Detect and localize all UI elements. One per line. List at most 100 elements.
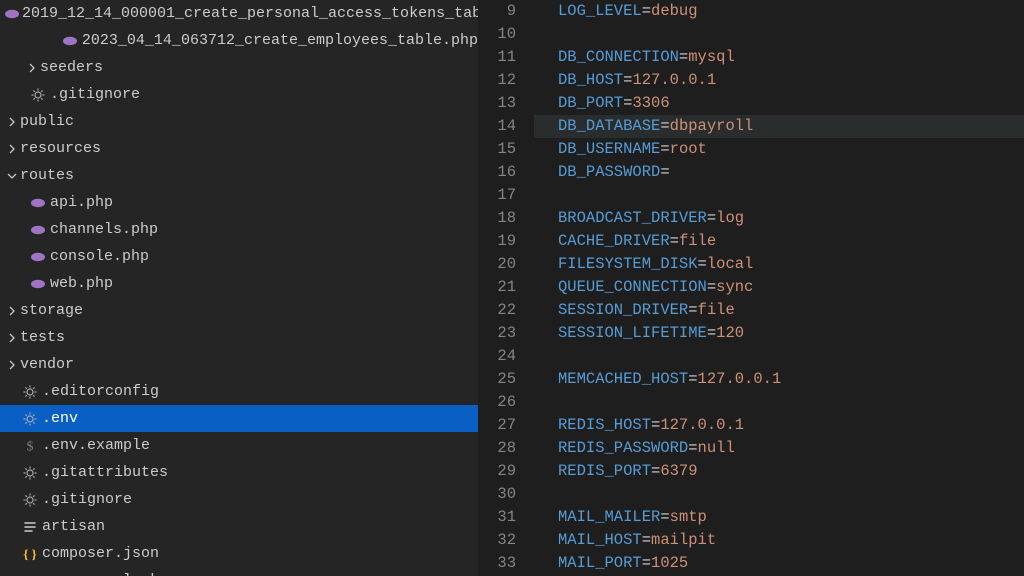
- code-line[interactable]: MEMCACHED_HOST=127.0.0.1: [534, 368, 1024, 391]
- env-key: MEMCACHED_HOST: [558, 370, 688, 388]
- code-line[interactable]: [534, 345, 1024, 368]
- line-number: 20: [478, 253, 534, 276]
- file-explorer[interactable]: 2019_12_14_000001_create_personal_access…: [0, 0, 478, 576]
- env-value: mysql: [688, 48, 735, 66]
- code-line[interactable]: [534, 483, 1024, 506]
- code-line[interactable]: REDIS_HOST=127.0.0.1: [534, 414, 1024, 437]
- file-label: routes: [20, 167, 74, 184]
- env-key: DB_CONNECTION: [558, 48, 679, 66]
- file-row[interactable]: console.php: [0, 243, 478, 270]
- env-key: REDIS_PORT: [558, 462, 651, 480]
- code-line[interactable]: DB_HOST=127.0.0.1: [534, 69, 1024, 92]
- dollar-icon: $: [20, 438, 40, 454]
- code-line[interactable]: [534, 23, 1024, 46]
- folder-row[interactable]: seeders: [0, 54, 478, 81]
- equals-sign: =: [688, 301, 697, 319]
- env-key: DB_DATABASE: [558, 117, 660, 135]
- code-line[interactable]: REDIS_PASSWORD=null: [534, 437, 1024, 460]
- equals-sign: =: [642, 2, 651, 20]
- file-label: seeders: [40, 59, 103, 76]
- equals-sign: =: [660, 163, 669, 181]
- env-key: DB_PORT: [558, 94, 623, 112]
- code-line[interactable]: DB_DATABASE=dbpayroll: [534, 115, 1024, 138]
- code-area[interactable]: LOG_LEVEL=debugDB_CONNECTION=mysqlDB_HOS…: [534, 0, 1024, 576]
- code-line[interactable]: SESSION_LIFETIME=120: [534, 322, 1024, 345]
- file-row[interactable]: { }composer.lock: [0, 567, 478, 576]
- code-line[interactable]: DB_PASSWORD=: [534, 161, 1024, 184]
- folder-row[interactable]: routes: [0, 162, 478, 189]
- file-label: 2023_04_14_063712_create_employees_table…: [82, 32, 478, 49]
- code-line[interactable]: SESSION_DRIVER=file: [534, 299, 1024, 322]
- file-label: .editorconfig: [42, 383, 159, 400]
- line-number: 16: [478, 161, 534, 184]
- gear-icon: [20, 492, 40, 508]
- env-key: DB_PASSWORD: [558, 163, 660, 181]
- code-line[interactable]: MAIL_HOST=mailpit: [534, 529, 1024, 552]
- code-line[interactable]: BROADCAST_DRIVER=log: [534, 207, 1024, 230]
- file-row[interactable]: artisan: [0, 513, 478, 540]
- env-value: root: [670, 140, 707, 158]
- php-icon: [28, 249, 48, 265]
- chevron-right-icon[interactable]: [24, 62, 40, 74]
- file-row[interactable]: .gitignore: [0, 486, 478, 513]
- file-row[interactable]: web.php: [0, 270, 478, 297]
- folder-row[interactable]: vendor: [0, 351, 478, 378]
- line-number: 11: [478, 46, 534, 69]
- code-editor[interactable]: 9101112131415161718192021222324252627282…: [478, 0, 1024, 576]
- file-row[interactable]: $.env.example: [0, 432, 478, 459]
- code-line[interactable]: LOG_LEVEL=debug: [534, 0, 1024, 23]
- code-line[interactable]: FILESYSTEM_DISK=local: [534, 253, 1024, 276]
- gear-icon: [28, 87, 48, 103]
- chevron-right-icon[interactable]: [4, 116, 20, 128]
- file-label: tests: [20, 329, 65, 346]
- line-number: 21: [478, 276, 534, 299]
- equals-sign: =: [660, 508, 669, 526]
- file-row[interactable]: 2023_04_14_063712_create_employees_table…: [0, 27, 478, 54]
- code-line[interactable]: MAIL_MAILER=smtp: [534, 506, 1024, 529]
- line-number: 24: [478, 345, 534, 368]
- env-key: DB_USERNAME: [558, 140, 660, 158]
- file-label: composer.lock: [42, 572, 159, 576]
- chevron-down-icon[interactable]: [4, 170, 20, 182]
- file-row[interactable]: .env: [0, 405, 478, 432]
- env-key: FILESYSTEM_DISK: [558, 255, 698, 273]
- code-line[interactable]: REDIS_PORT=6379: [534, 460, 1024, 483]
- code-line[interactable]: QUEUE_CONNECTION=sync: [534, 276, 1024, 299]
- code-line[interactable]: MAIL_PORT=1025: [534, 552, 1024, 575]
- chevron-right-icon[interactable]: [4, 143, 20, 155]
- file-row[interactable]: .gitignore: [0, 81, 478, 108]
- file-label: web.php: [50, 275, 113, 292]
- code-line[interactable]: DB_PORT=3306: [534, 92, 1024, 115]
- env-key: MAIL_HOST: [558, 531, 642, 549]
- code-line[interactable]: [534, 184, 1024, 207]
- chevron-right-icon[interactable]: [4, 305, 20, 317]
- folder-row[interactable]: storage: [0, 297, 478, 324]
- chevron-right-icon[interactable]: [4, 359, 20, 371]
- file-row[interactable]: { }composer.json: [0, 540, 478, 567]
- code-line[interactable]: [534, 391, 1024, 414]
- file-label: storage: [20, 302, 83, 319]
- lines-icon: [20, 519, 40, 535]
- env-value: sync: [716, 278, 753, 296]
- env-value: local: [707, 255, 754, 273]
- file-row[interactable]: channels.php: [0, 216, 478, 243]
- file-row[interactable]: .editorconfig: [0, 378, 478, 405]
- folder-row[interactable]: resources: [0, 135, 478, 162]
- code-line[interactable]: DB_USERNAME=root: [534, 138, 1024, 161]
- env-value: debug: [651, 2, 698, 20]
- equals-sign: =: [642, 554, 651, 572]
- code-line[interactable]: CACHE_DRIVER=file: [534, 230, 1024, 253]
- file-row[interactable]: 2019_12_14_000001_create_personal_access…: [0, 0, 478, 27]
- folder-row[interactable]: public: [0, 108, 478, 135]
- folder-row[interactable]: tests: [0, 324, 478, 351]
- code-line[interactable]: DB_CONNECTION=mysql: [534, 46, 1024, 69]
- chevron-right-icon[interactable]: [4, 332, 20, 344]
- file-label: artisan: [42, 518, 105, 535]
- line-number: 14: [478, 115, 534, 138]
- file-row[interactable]: api.php: [0, 189, 478, 216]
- gear-icon: [20, 465, 40, 481]
- file-row[interactable]: .gitattributes: [0, 459, 478, 486]
- file-label: vendor: [20, 356, 74, 373]
- line-number: 15: [478, 138, 534, 161]
- svg-text:$: $: [27, 439, 34, 454]
